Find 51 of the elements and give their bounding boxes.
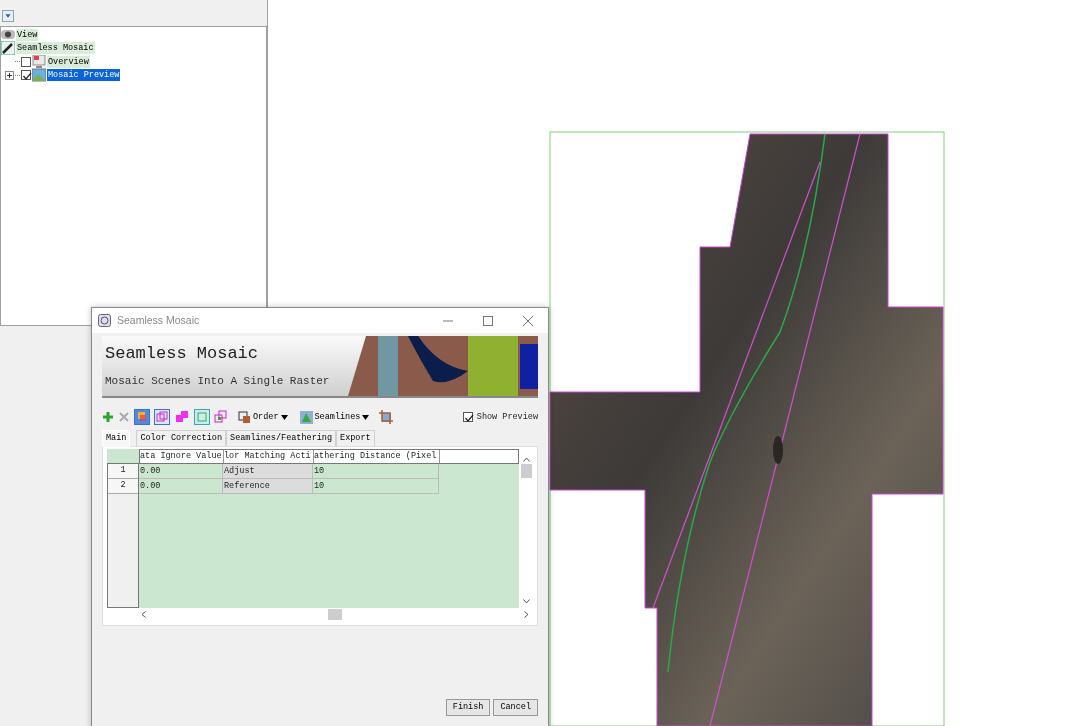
dropdown-icon[interactable] bbox=[2, 10, 14, 22]
scroll-down-icon[interactable] bbox=[522, 598, 530, 604]
crop-icon[interactable] bbox=[379, 410, 394, 424]
overview-layer-icon bbox=[32, 54, 46, 69]
table-cell: 10 bbox=[313, 463, 439, 479]
checkbox[interactable] bbox=[21, 70, 31, 81]
tree-item[interactable]: Overview bbox=[47, 55, 90, 68]
column-header[interactable]: ata Ignore Value bbox=[140, 449, 224, 463]
checkbox[interactable] bbox=[21, 56, 31, 67]
tab[interactable]: Export bbox=[336, 430, 375, 446]
seamlines-dropdown[interactable]: Seamlines bbox=[297, 410, 372, 424]
close-icon bbox=[523, 316, 533, 327]
plus-icon[interactable] bbox=[102, 411, 114, 423]
scroll-right-icon[interactable] bbox=[524, 611, 529, 619]
tool-layer-icon bbox=[1, 41, 15, 56]
squares-icon[interactable] bbox=[214, 410, 228, 424]
tree-item[interactable]: Mosaic Preview bbox=[47, 69, 121, 82]
seamlines-icon bbox=[299, 410, 313, 424]
tab[interactable]: Seamlines/Feathering bbox=[226, 430, 337, 446]
table-cell: 10 bbox=[313, 478, 439, 494]
scrollbar-thumb[interactable] bbox=[520, 463, 532, 478]
preview-layer-icon bbox=[32, 68, 46, 83]
expand-icon[interactable] bbox=[5, 70, 14, 80]
maximize-icon bbox=[483, 316, 493, 327]
order-dropdown[interactable]: Order bbox=[236, 410, 290, 424]
window-title: Seamless Mosaic bbox=[117, 312, 200, 328]
tab[interactable]: Color Correction bbox=[136, 430, 227, 446]
tab[interactable]: Main bbox=[102, 430, 131, 447]
row-number: 1 bbox=[108, 463, 138, 479]
app-icon bbox=[98, 314, 111, 327]
scrollbar-thumb[interactable] bbox=[328, 609, 342, 621]
caret-icon bbox=[280, 414, 288, 420]
tree-item[interactable]: View bbox=[16, 28, 39, 41]
checkbox[interactable] bbox=[462, 412, 473, 422]
column-header[interactable]: athering Distance (Pixel bbox=[314, 449, 440, 463]
column-header[interactable]: lor Matching Acti bbox=[224, 449, 314, 463]
layers-icon[interactable] bbox=[134, 409, 150, 425]
tree-item[interactable]: Seamless Mosaic bbox=[16, 42, 95, 55]
banner-subtitle: Mosaic Scenes Into A Single Raster bbox=[105, 373, 331, 389]
order-icon bbox=[238, 410, 251, 424]
filled-squares-icon[interactable] bbox=[174, 409, 190, 425]
dialog-button[interactable]: Finish bbox=[445, 699, 491, 716]
frame-icon[interactable] bbox=[194, 409, 210, 425]
scroll-left-icon[interactable] bbox=[141, 611, 146, 619]
overlap-squares-icon[interactable] bbox=[154, 409, 170, 425]
dialog-button[interactable]: Cancel bbox=[493, 699, 538, 716]
show-preview-checkbox[interactable]: Show Preview bbox=[462, 410, 538, 424]
caret-icon bbox=[362, 414, 370, 420]
view-layer-icon bbox=[1, 27, 15, 42]
scroll-up-icon[interactable] bbox=[522, 456, 530, 462]
banner-title: Seamless Mosaic bbox=[105, 343, 260, 365]
